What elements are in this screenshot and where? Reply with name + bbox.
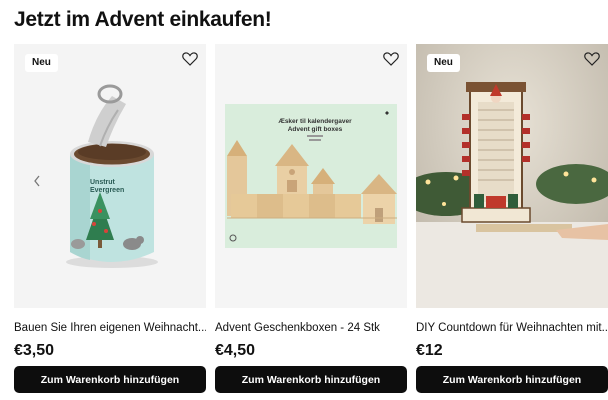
add-to-cart-button[interactable]: Zum Warenkorb hinzufügen <box>416 366 608 393</box>
product-image[interactable] <box>416 44 608 308</box>
chevron-left-icon[interactable] <box>32 174 42 188</box>
product-card[interactable]: Unstrut Evergreen Neu Bauen Sie Ihren ei… <box>14 44 206 394</box>
product-price: €3,50 <box>14 342 55 359</box>
product-title[interactable]: DIY Countdown für Weihnachten mit... <box>416 322 608 334</box>
tin-can-illustration: Unstrut Evergreen <box>66 84 158 268</box>
product-price: €12 <box>416 342 443 359</box>
package-text-line: Advent gift boxes <box>288 126 343 133</box>
can-label-line: Unstrut <box>90 179 116 186</box>
product-image[interactable]: Unstrut Evergreen <box>14 44 206 308</box>
product-card[interactable]: Neu DIY Countdown für Weihnachten mit...… <box>416 44 608 394</box>
product-image[interactable]: Æsker til kalendergaver Advent gift boxe… <box>215 44 407 308</box>
can-label-line: Evergreen <box>90 187 124 194</box>
package-text-line: Æsker til kalendergaver <box>278 118 352 125</box>
heart-icon[interactable] <box>584 51 600 66</box>
heart-icon[interactable] <box>383 51 399 66</box>
gift-boxes-package-illustration: Æsker til kalendergaver Advent gift boxe… <box>225 104 397 248</box>
heart-icon[interactable] <box>182 51 198 66</box>
product-price: €4,50 <box>215 342 256 359</box>
new-badge: Neu <box>25 54 58 72</box>
product-title[interactable]: Bauen Sie Ihren eigenen Weihnacht... <box>14 322 206 334</box>
page-title: Jetzt im Advent einkaufen! <box>14 8 272 31</box>
add-to-cart-button[interactable]: Zum Warenkorb hinzufügen <box>14 366 206 393</box>
diy-countdown-illustration <box>416 44 608 308</box>
add-to-cart-button[interactable]: Zum Warenkorb hinzufügen <box>215 366 407 393</box>
product-title[interactable]: Advent Geschenkboxen - 24 Stk <box>215 322 407 334</box>
product-card[interactable]: Æsker til kalendergaver Advent gift boxe… <box>215 44 407 394</box>
new-badge: Neu <box>427 54 460 72</box>
